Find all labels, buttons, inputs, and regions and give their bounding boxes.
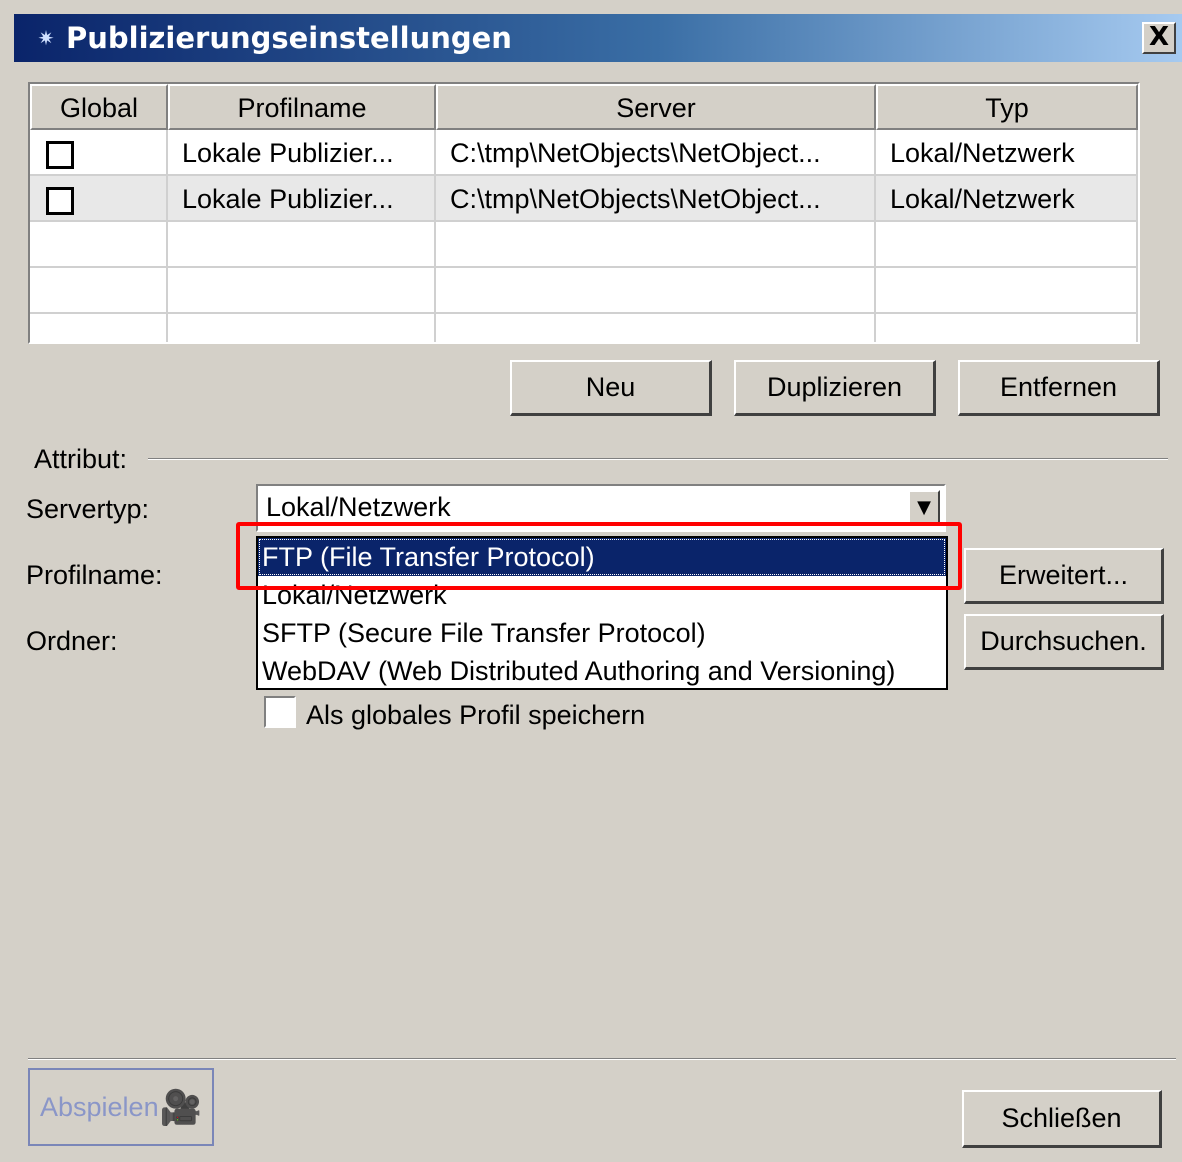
- global-cell: [30, 130, 168, 176]
- type-cell: Lokal/Netzwerk: [876, 130, 1138, 176]
- global-profile-checkbox[interactable]: [264, 696, 296, 728]
- chevron-down-icon[interactable]: ▼: [908, 490, 940, 526]
- empty-row: [30, 268, 1138, 314]
- empty-cell: [30, 268, 168, 314]
- column-header-profilename[interactable]: Profilname: [168, 84, 436, 130]
- type-cell: Lokal/Netzwerk: [876, 176, 1138, 222]
- attribute-section-label: Attribut:: [34, 444, 128, 474]
- profiles-table: Global Profilname Server Typ Lokale Publ…: [28, 82, 1140, 344]
- servertype-value: Lokal/Netzwerk: [266, 492, 451, 522]
- new-button[interactable]: Neu: [510, 360, 712, 416]
- gear-icon: ✷: [37, 26, 55, 50]
- empty-cell: [168, 314, 436, 342]
- column-header-server[interactable]: Server: [436, 84, 876, 130]
- servertype-label: Servertyp:: [26, 494, 150, 524]
- empty-row: [30, 314, 1138, 342]
- duplicate-button[interactable]: Duplizieren: [734, 360, 936, 416]
- section-divider: [148, 458, 1168, 460]
- profile-cell: Lokale Publizier...: [168, 130, 436, 176]
- advanced-button[interactable]: Erweitert...: [964, 548, 1164, 604]
- server-cell: C:\tmp\NetObjects\NetObject...: [436, 130, 876, 176]
- window-title: Publizierungseinstellungen: [66, 21, 512, 55]
- folder-label: Ordner:: [26, 626, 118, 656]
- remove-button[interactable]: Entfernen: [958, 360, 1160, 416]
- table-header: Global Profilname Server Typ: [30, 84, 1138, 130]
- profile-cell: Lokale Publizier...: [168, 176, 436, 222]
- servertype-dropdown-list: FTP (File Transfer Protocol) Lokal/Netzw…: [256, 536, 948, 690]
- empty-cell: [876, 222, 1138, 268]
- global-profile-label: Als globales Profil speichern: [306, 700, 646, 730]
- dropdown-option-sftp[interactable]: SFTP (Secure File Transfer Protocol): [258, 614, 946, 652]
- empty-cell: [876, 268, 1138, 314]
- play-label: Abspielen: [40, 1092, 159, 1122]
- film-camera-icon: 🎥: [159, 1088, 202, 1128]
- empty-cell: [168, 268, 436, 314]
- global-checkbox[interactable]: [46, 140, 74, 169]
- play-button[interactable]: Abspielen 🎥: [28, 1068, 214, 1146]
- empty-row: [30, 222, 1138, 268]
- empty-cell: [30, 314, 168, 342]
- table-row[interactable]: Lokale Publizier... C:\tmp\NetObjects\Ne…: [30, 176, 1138, 222]
- column-header-type[interactable]: Typ: [876, 84, 1138, 130]
- empty-cell: [436, 314, 876, 342]
- global-checkbox[interactable]: [46, 186, 74, 215]
- servertype-select[interactable]: Lokal/Netzwerk ▼: [256, 484, 946, 532]
- title-bar: ✷ Publizierungseinstellungen X: [14, 14, 1182, 62]
- empty-cell: [436, 268, 876, 314]
- column-header-global[interactable]: Global: [30, 84, 168, 130]
- dropdown-option-local[interactable]: Lokal/Netzwerk: [258, 576, 946, 614]
- close-window-button[interactable]: X: [1142, 22, 1176, 54]
- close-button[interactable]: Schließen: [962, 1090, 1162, 1148]
- global-cell: [30, 176, 168, 222]
- server-cell: C:\tmp\NetObjects\NetObject...: [436, 176, 876, 222]
- empty-cell: [30, 222, 168, 268]
- browse-button[interactable]: Durchsuchen.: [964, 614, 1164, 670]
- bottom-divider: [28, 1058, 1176, 1060]
- empty-cell: [876, 314, 1138, 342]
- table-row[interactable]: Lokale Publizier... C:\tmp\NetObjects\Ne…: [30, 130, 1138, 176]
- profilename-label: Profilname:: [26, 560, 163, 590]
- dropdown-option-webdav[interactable]: WebDAV (Web Distributed Authoring and Ve…: [258, 652, 946, 690]
- empty-cell: [436, 222, 876, 268]
- dropdown-option-ftp[interactable]: FTP (File Transfer Protocol): [258, 538, 946, 576]
- empty-cell: [168, 222, 436, 268]
